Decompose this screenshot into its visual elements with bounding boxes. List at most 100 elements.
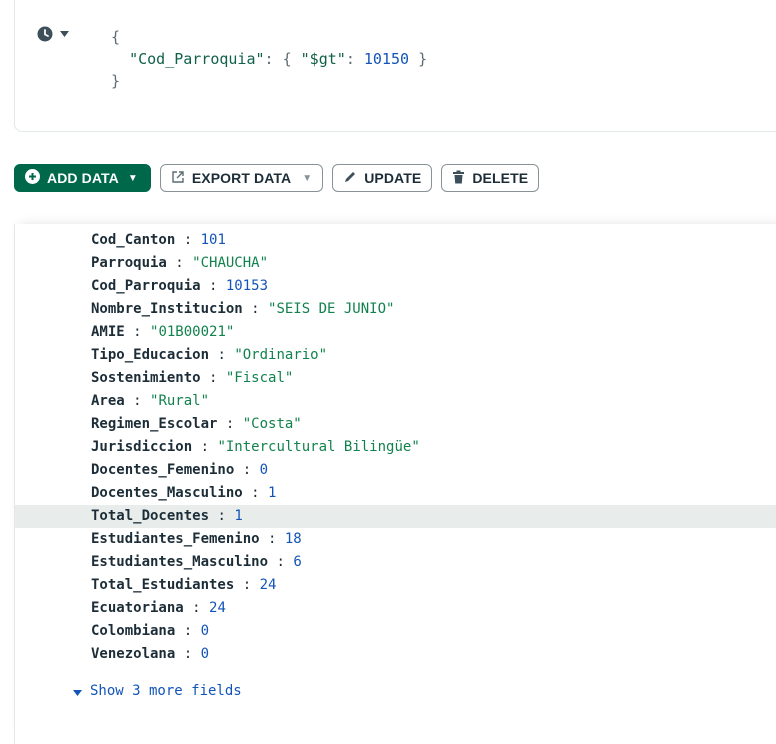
export-data-button[interactable]: EXPORT DATA ▼ xyxy=(159,164,324,192)
query-panel: { "Cod_Parroquia": { "$gt": 10150 } } xyxy=(14,0,776,132)
query-inner-open: { xyxy=(282,50,292,68)
delete-button[interactable]: DELETE xyxy=(441,164,540,192)
query-inner-close: } xyxy=(418,50,428,68)
document-field-row[interactable]: Tipo_Educacion : "Ordinario" xyxy=(15,344,776,367)
query-filter-editor[interactable]: { "Cod_Parroquia": { "$gt": 10150 } } xyxy=(111,26,427,92)
field-value: 18 xyxy=(284,531,302,547)
documents-toolbar: ADD DATA ▼ EXPORT DATA ▼ UPDATE DELETE xyxy=(14,164,540,192)
field-separator: : xyxy=(175,232,201,248)
field-key: Jurisdiccion xyxy=(91,439,193,455)
field-value: 1 xyxy=(234,508,243,524)
field-value: "Fiscal" xyxy=(225,370,294,386)
field-separator: : xyxy=(124,324,151,340)
document-field-row[interactable]: Estudiantes_Femenino : 18 xyxy=(15,528,776,551)
field-key: Estudiantes_Femenino xyxy=(91,531,260,547)
field-separator: : xyxy=(200,370,226,386)
field-value: 0 xyxy=(200,646,210,662)
query-history-button[interactable] xyxy=(37,26,69,42)
field-value: "Ordinario" xyxy=(234,347,328,363)
field-separator: : xyxy=(200,278,226,294)
field-key: Docentes_Masculino xyxy=(91,485,243,501)
caret-down-icon: ▼ xyxy=(302,172,313,184)
field-value: 0 xyxy=(259,462,269,478)
add-data-label: ADD DATA xyxy=(47,170,119,186)
document-field-row[interactable]: Venezolana : 0 xyxy=(15,643,776,666)
query-field-key: "Cod_Parroquia" xyxy=(129,50,265,68)
field-value: "SEIS DE JUNIO" xyxy=(268,301,395,317)
field-value: 24 xyxy=(259,577,277,593)
trash-icon xyxy=(452,170,465,187)
field-separator: : xyxy=(259,531,285,547)
field-value: 101 xyxy=(200,232,226,248)
field-separator: : xyxy=(234,462,260,478)
field-value: 1 xyxy=(268,485,277,501)
field-separator: : xyxy=(242,485,269,501)
document-field-row[interactable]: Parroquia : "CHAUCHA" xyxy=(15,252,776,275)
delete-label: DELETE xyxy=(472,170,529,186)
chevron-down-icon xyxy=(60,31,69,37)
field-separator: : xyxy=(175,646,201,662)
document-field-row[interactable]: Jurisdiccion : "Intercultural Bilingüe" xyxy=(15,436,776,459)
document-field-row[interactable]: Nombre_Institucion : "SEIS DE JUNIO" xyxy=(15,298,776,321)
document-field-row[interactable]: Docentes_Masculino : 1 xyxy=(15,482,776,505)
show-more-label: Show 3 more fields xyxy=(90,683,242,699)
update-button[interactable]: UPDATE xyxy=(332,164,433,192)
field-key: Area xyxy=(91,393,125,409)
document-card: Cod_Canton : 101 Parroquia : "CHAUCHA" Cod… xyxy=(14,224,776,744)
field-key: Tipo_Educacion xyxy=(91,347,210,363)
export-icon xyxy=(171,170,185,187)
document-field-row[interactable]: Sostenimiento : "Fiscal" xyxy=(15,367,776,390)
caret-down-icon: ▼ xyxy=(127,172,138,184)
document-field-row[interactable]: Total_Docentes : 1 xyxy=(15,505,776,528)
document-field-row[interactable]: Estudiantes_Masculino : 6 xyxy=(15,551,776,574)
field-separator: : xyxy=(268,554,294,570)
field-key: Ecuatoriana xyxy=(91,600,184,616)
field-key: Estudiantes_Masculino xyxy=(91,554,269,570)
field-value: "Rural" xyxy=(150,393,210,409)
document-field-row[interactable]: Regimen_Escolar : "Costa" xyxy=(15,413,776,436)
field-key: Sostenimiento xyxy=(91,370,201,386)
query-close-brace: } xyxy=(111,72,121,90)
document-field-row[interactable]: Ecuatoriana : 24 xyxy=(15,597,776,620)
field-key: AMIE xyxy=(91,324,125,340)
field-separator: : xyxy=(175,623,201,639)
query-colon: : xyxy=(264,50,274,68)
query-value: 10150 xyxy=(363,50,410,68)
document-field-row[interactable]: Colombiana : 0 xyxy=(15,620,776,643)
document-field-row[interactable]: Cod_Canton : 101 xyxy=(15,229,776,252)
field-value: "Intercultural Bilingüe" xyxy=(217,439,420,455)
field-key: Docentes_Femenino xyxy=(91,462,235,478)
field-key: Venezolana xyxy=(91,646,176,662)
pencil-icon xyxy=(343,170,357,187)
caret-down-icon xyxy=(73,683,82,699)
field-key: Nombre_Institucion xyxy=(91,301,243,317)
field-key: Cod_Parroquia xyxy=(91,278,201,294)
field-value: "Costa" xyxy=(242,416,302,432)
field-key: Regimen_Escolar xyxy=(91,416,218,432)
document-field-row[interactable]: Area : "Rural" xyxy=(15,390,776,413)
show-more-fields-button[interactable]: Show 3 more fields xyxy=(73,683,242,699)
document-field-row[interactable]: Cod_Parroquia : 10153 xyxy=(15,275,776,298)
field-separator: : xyxy=(166,255,193,271)
document-field-row[interactable]: Total_Estudiantes : 24 xyxy=(15,574,776,597)
field-key: Cod_Canton xyxy=(91,232,176,248)
field-value: 24 xyxy=(209,600,226,616)
field-value: 6 xyxy=(293,554,302,570)
plus-circle-icon xyxy=(25,169,40,187)
field-separator: : xyxy=(242,301,269,317)
field-key: Total_Estudiantes xyxy=(91,577,235,593)
update-label: UPDATE xyxy=(364,170,422,186)
field-value: 10153 xyxy=(225,278,269,294)
field-separator: : xyxy=(124,393,151,409)
field-key: Colombiana xyxy=(91,623,176,639)
add-data-button[interactable]: ADD DATA ▼ xyxy=(14,164,151,192)
document-field-row[interactable]: Docentes_Femenino : 0 xyxy=(15,459,776,482)
field-separator: : xyxy=(209,508,235,524)
query-operator-colon: : xyxy=(345,50,355,68)
field-separator: : xyxy=(234,577,260,593)
field-separator: : xyxy=(209,347,235,363)
document-field-row[interactable]: AMIE : "01B00021" xyxy=(15,321,776,344)
field-value: "CHAUCHA" xyxy=(192,255,269,271)
field-separator: : xyxy=(192,439,218,455)
field-value: 0 xyxy=(200,623,210,639)
